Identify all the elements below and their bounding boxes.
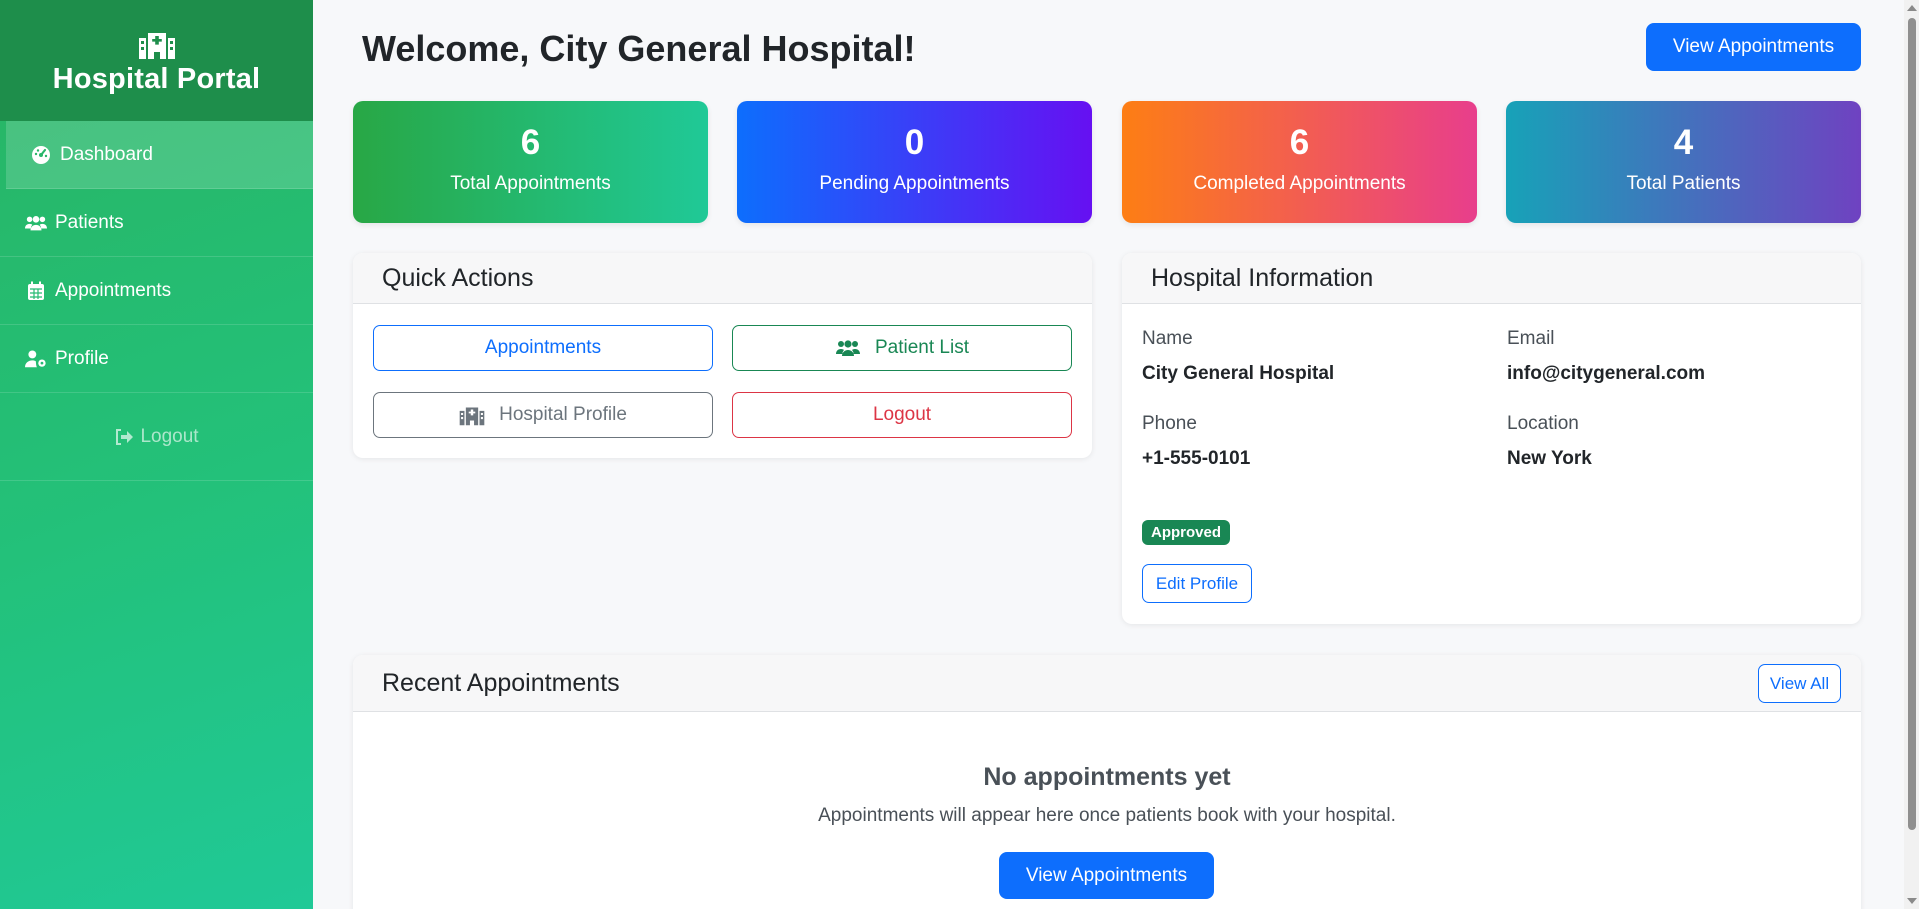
stat-value: 6	[520, 123, 541, 162]
gauge-icon	[32, 145, 50, 164]
scroll-up-arrow-icon[interactable]	[1907, 5, 1917, 11]
users-icon	[836, 340, 860, 356]
stat-card-pending-appointments: 0 Pending Appointments	[737, 101, 1092, 223]
hospital-info-title: Hospital Information	[1122, 253, 1861, 304]
name-label: Name	[1142, 328, 1193, 349]
quick-actions-card: Quick Actions Appointments Patient List …	[353, 253, 1092, 458]
empty-state-text: Appointments will appear here once patie…	[818, 805, 1396, 826]
empty-view-appointments-button[interactable]: View Appointments	[999, 852, 1214, 899]
stat-card-total-patients: 4 Total Patients	[1506, 101, 1861, 223]
sidebar: Hospital Portal Dashboard Patients Appoi…	[0, 0, 313, 909]
logout-button[interactable]: Logout	[732, 392, 1072, 438]
sidebar-item-label: Dashboard	[60, 143, 153, 165]
page-title: Welcome, City General Hospital!	[362, 28, 916, 69]
scrollbar-thumb[interactable]	[1908, 18, 1916, 830]
sidebar-item-profile[interactable]: Profile	[0, 325, 313, 393]
sidebar-item-dashboard[interactable]: Dashboard	[6, 121, 313, 189]
hospital-profile-button[interactable]: Hospital Profile	[373, 392, 713, 438]
stat-label: Total Appointments	[450, 173, 611, 194]
sidebar-item-appointments[interactable]: Appointments	[0, 257, 313, 325]
location-label: Location	[1507, 413, 1579, 434]
status-badge: Approved	[1142, 520, 1231, 545]
view-appointments-button[interactable]: View Appointments	[1646, 23, 1861, 71]
calendar-icon	[28, 281, 44, 300]
sidebar-item-label: Patients	[55, 211, 124, 233]
sidebar-brand: Hospital Portal	[0, 0, 313, 121]
phone-label: Phone	[1142, 413, 1197, 434]
quick-actions-title: Quick Actions	[353, 253, 1092, 304]
hospital-profile-button-label: Hospital Profile	[499, 404, 627, 425]
sidebar-item-label: Appointments	[55, 279, 172, 301]
appointments-button-label: Appointments	[484, 337, 602, 358]
sidebar-logout-label: Logout	[140, 425, 199, 447]
empty-state-title: No appointments yet	[983, 763, 1231, 791]
view-all-button[interactable]: View All	[1758, 664, 1841, 703]
stat-card-total-appointments: 6 Total Appointments	[353, 101, 708, 223]
sidebar-logout[interactable]: Logout	[0, 393, 313, 481]
stat-card-completed-appointments: 6 Completed Appointments	[1122, 101, 1477, 223]
email-value: info@citygeneral.com	[1507, 363, 1706, 384]
recent-appointments-title: Recent Appointments	[353, 655, 1861, 712]
edit-profile-button[interactable]: Edit Profile	[1142, 564, 1252, 603]
user-gear-icon	[25, 349, 46, 367]
appointments-button[interactable]: Appointments	[373, 325, 713, 371]
email-label: Email	[1507, 328, 1555, 349]
stat-value: 6	[1289, 123, 1310, 162]
patient-list-button-label: Patient List	[875, 337, 969, 358]
stat-label: Pending Appointments	[819, 173, 1010, 194]
patient-list-button[interactable]: Patient List	[732, 325, 1072, 371]
location-value: New York	[1507, 448, 1592, 469]
logout-button-label: Logout	[872, 404, 932, 425]
brand-title: Hospital Portal	[52, 63, 261, 95]
stat-value: 4	[1673, 123, 1694, 162]
hospital-icon	[138, 29, 176, 59]
scroll-down-arrow-icon[interactable]	[1907, 898, 1917, 904]
users-icon	[25, 215, 47, 230]
hospital-icon	[459, 407, 485, 426]
stat-value: 0	[904, 123, 925, 162]
sign-out-icon	[116, 428, 134, 445]
phone-value: +1-555-0101	[1142, 448, 1251, 469]
sidebar-item-label: Profile	[55, 347, 109, 369]
name-value: City General Hospital	[1142, 363, 1335, 384]
stat-label: Total Patients	[1626, 173, 1741, 194]
sidebar-item-patients[interactable]: Patients	[0, 189, 313, 257]
hospital-info-card: Hospital Information Name City General H…	[1122, 253, 1861, 624]
vertical-scrollbar[interactable]	[1904, 0, 1919, 909]
stat-label: Completed Appointments	[1193, 173, 1406, 194]
recent-appointments-card: Recent Appointments View All No appointm…	[353, 655, 1861, 909]
